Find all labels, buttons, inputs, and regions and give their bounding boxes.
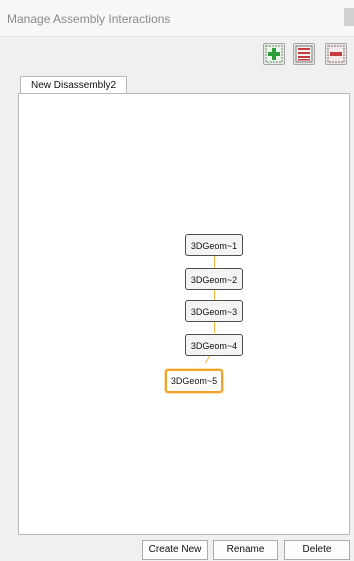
graph-node-label: 3DGeom~3 (190, 307, 238, 317)
graph-node-label: 3DGeom~2 (190, 275, 238, 285)
graph-node-label: 3DGeom~1 (190, 241, 238, 251)
create-new-button[interactable]: Create New (142, 540, 208, 560)
graph-link (214, 322, 215, 333)
graph-node[interactable]: 3DGeom~4 (185, 334, 243, 356)
graph-node-selected[interactable]: 3DGeom~5 (165, 369, 223, 393)
list-icon (295, 45, 313, 63)
remove-icon (327, 45, 345, 63)
tab-label: New Disassembly2 (31, 80, 117, 91)
title-bar: Manage Assembly Interactions (0, 0, 354, 37)
rename-button[interactable]: Rename (213, 540, 278, 560)
remove-interaction-button[interactable] (325, 43, 347, 65)
graph-canvas[interactable]: 3DGeom~1 3DGeom~2 3DGeom~3 3DGeom~4 3DGe… (18, 93, 350, 535)
add-icon (265, 45, 283, 63)
graph-link (214, 290, 215, 300)
graph-node[interactable]: 3DGeom~2 (185, 268, 243, 290)
graph-node[interactable]: 3DGeom~1 (185, 234, 243, 256)
graph-node-label: 3DGeom~5 (170, 376, 218, 386)
list-button[interactable] (293, 43, 315, 65)
window-title: Manage Assembly Interactions (7, 12, 171, 26)
graph-node[interactable]: 3DGeom~3 (185, 300, 243, 322)
close-button[interactable] (344, 8, 354, 26)
graph-node-label: 3DGeom~4 (190, 341, 238, 351)
add-interaction-button[interactable] (263, 43, 285, 65)
delete-button[interactable]: Delete (284, 540, 350, 560)
